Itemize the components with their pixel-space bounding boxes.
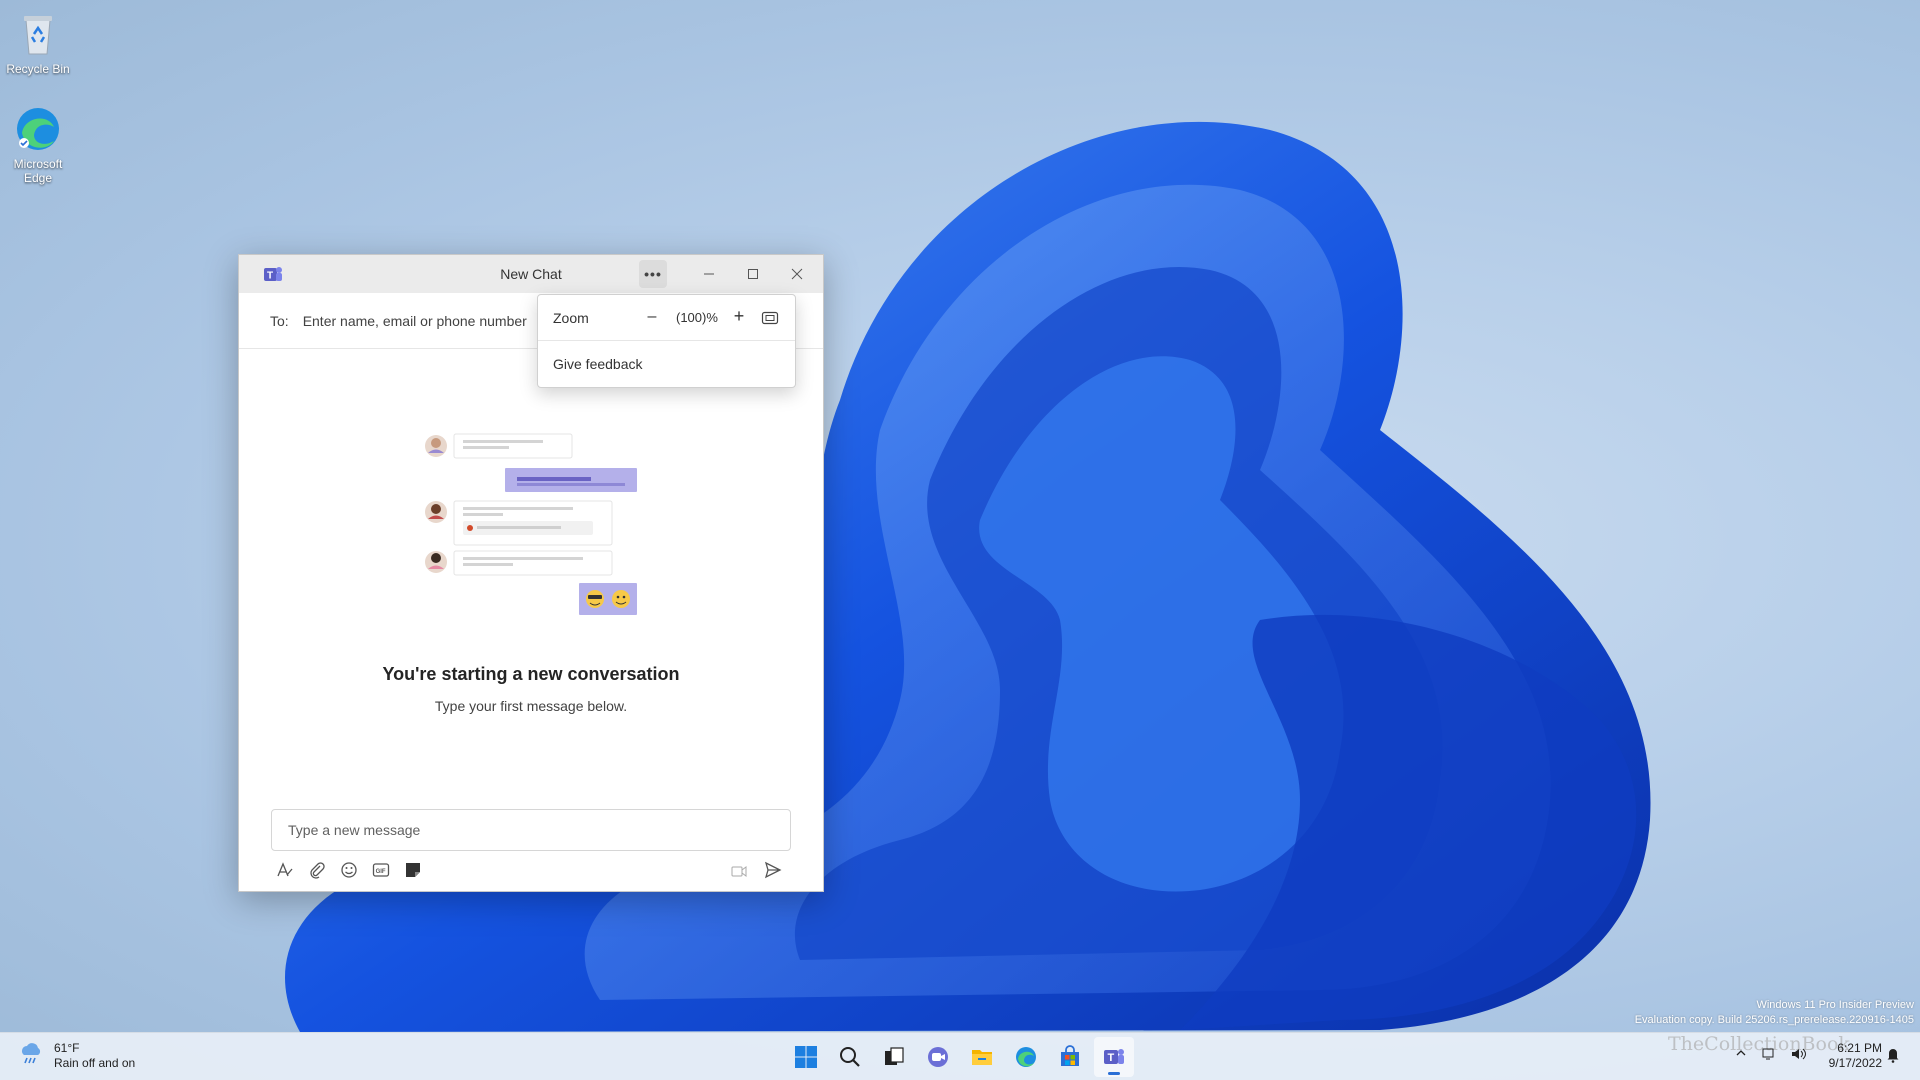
watermark-line-1: Windows 11 Pro Insider Preview [1756, 999, 1914, 1011]
give-feedback-item[interactable]: Give feedback [538, 341, 795, 387]
evaluation-watermark: Windows 11 Pro Insider Preview Evaluatio… [1635, 998, 1914, 1028]
notification-bell-icon[interactable] [1886, 1047, 1900, 1068]
weather-widget[interactable]: 61°F Rain off and on [18, 1041, 135, 1071]
desktop-icon-label: Recycle Bin [6, 62, 70, 76]
close-button[interactable] [775, 255, 819, 293]
volume-icon[interactable] [1791, 1047, 1807, 1064]
taskbar-apps: T [786, 1037, 1134, 1077]
task-view-icon[interactable] [874, 1037, 914, 1077]
more-options-button[interactable]: ••• [639, 260, 667, 288]
zoom-out-button[interactable]: – [642, 308, 662, 326]
desktop-icon-recycle-bin[interactable]: Recycle Bin [0, 10, 76, 76]
network-icon[interactable] [1761, 1047, 1777, 1064]
to-label: To: [270, 312, 289, 329]
schedule-icon[interactable] [729, 860, 749, 880]
teams-icon[interactable]: T [1094, 1037, 1134, 1077]
recipient-input[interactable] [302, 312, 563, 329]
maximize-button[interactable] [731, 255, 775, 293]
conversation-illustration [425, 433, 637, 615]
recycle-bin-icon [14, 10, 62, 58]
search-icon[interactable] [830, 1037, 870, 1077]
title-bar: T New Chat ••• [239, 255, 823, 293]
fit-to-window-icon[interactable] [761, 309, 779, 327]
taskbar: 61°F Rain off and on T TheCollectionBook [0, 1032, 1920, 1080]
clock[interactable]: 6:21 PM 9/17/2022 [1810, 1041, 1882, 1071]
zoom-row: Zoom – (100)% + [538, 295, 795, 341]
sticker-icon[interactable] [403, 860, 423, 880]
message-compose-box [271, 809, 791, 851]
desktop-icon-edge[interactable]: Microsoft Edge [0, 105, 76, 185]
chevron-up-icon[interactable] [1735, 1047, 1747, 1064]
desktop-icon-label: Microsoft Edge [13, 157, 63, 185]
store-icon[interactable] [1050, 1037, 1090, 1077]
rain-icon [18, 1041, 44, 1071]
more-options-menu: Zoom – (100)% + Give feedback [537, 294, 796, 388]
clock-date: 9/17/2022 [1828, 1056, 1882, 1070]
emoji-icon[interactable] [339, 860, 359, 880]
format-icon[interactable] [275, 860, 295, 880]
weather-desc: Rain off and on [54, 1056, 136, 1070]
svg-text:T: T [1108, 1052, 1115, 1064]
zoom-label: Zoom [553, 309, 589, 326]
empty-state-headline: You're starting a new conversation [382, 664, 680, 684]
compose-toolbar: GIF [275, 860, 423, 880]
weather-temp: 61°F [54, 1041, 80, 1055]
edge-icon[interactable] [1006, 1037, 1046, 1077]
start-icon[interactable] [786, 1037, 826, 1077]
minimize-button[interactable] [687, 255, 731, 293]
svg-text:GIF: GIF [376, 869, 386, 875]
zoom-in-button[interactable]: + [729, 306, 749, 327]
empty-state-subline: Type your first message below. [434, 698, 628, 714]
compose-actions [729, 860, 783, 880]
file-explorer-icon[interactable] [962, 1037, 1002, 1077]
give-feedback-label: Give feedback [553, 356, 643, 372]
gif-icon[interactable]: GIF [371, 860, 391, 880]
zoom-value: (100)% [676, 310, 718, 325]
send-icon[interactable] [763, 860, 783, 880]
chat-icon[interactable] [918, 1037, 958, 1077]
edge-icon [14, 105, 62, 153]
system-tray [1735, 1047, 1807, 1064]
watermark-line-2: Evaluation copy. Build 25206.rs_prerelea… [1634, 1014, 1914, 1026]
message-input[interactable] [272, 810, 790, 850]
attach-icon[interactable] [307, 860, 327, 880]
clock-time: 6:21 PM [1837, 1041, 1882, 1055]
